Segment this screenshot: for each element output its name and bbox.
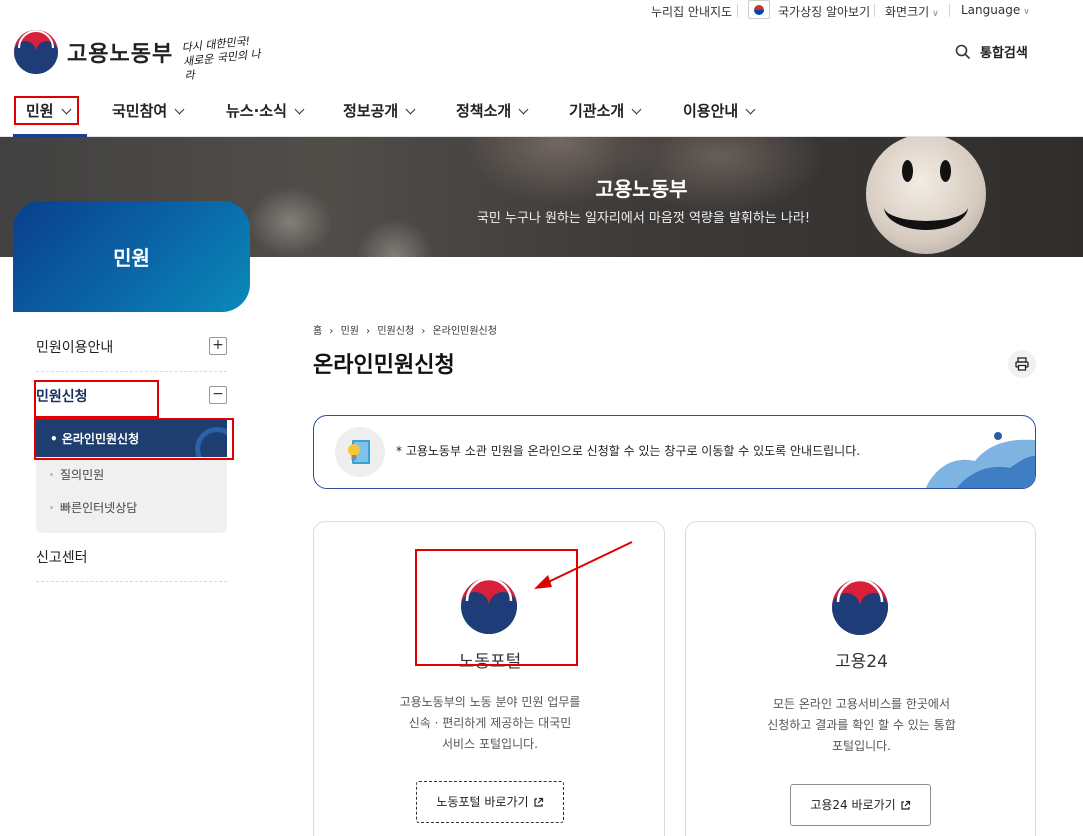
util-divider xyxy=(874,4,875,17)
card-description: 모든 온라인 고용서비스를 한곳에서 신청하고 결과를 확인 할 수 있는 통합… xyxy=(686,694,1037,757)
screen-size-dropdown[interactable]: 화면크기 ∨ xyxy=(885,3,939,20)
util-divider xyxy=(949,4,950,17)
chevron-down-icon xyxy=(518,104,529,115)
highlight-box xyxy=(14,96,79,125)
bullet-icon xyxy=(50,506,53,509)
card-desc-line: 서비스 포털입니다. xyxy=(442,737,538,751)
notice-text: * 고용노동부 소관 민원을 온라인으로 신청할 수 있는 창구로 이동할 수 … xyxy=(396,444,861,458)
notice-icon-wrap xyxy=(335,427,385,477)
gnb-label: 정책소개 xyxy=(456,102,512,120)
gnb-label: 이용안내 xyxy=(683,102,739,120)
sidebar-title: 민원 xyxy=(113,246,150,270)
print-button[interactable] xyxy=(1008,350,1036,378)
gnb-label: 기관소개 xyxy=(569,102,625,120)
card-title: 고용24 xyxy=(835,652,888,672)
chevron-down-icon xyxy=(294,104,305,115)
chevron-down-icon xyxy=(405,104,416,115)
search-icon[interactable] xyxy=(955,44,971,60)
labor-portal-link-button[interactable]: 노동포털 바로가기 xyxy=(416,781,564,823)
sidebar-item-label: 신고센터 xyxy=(36,550,88,566)
government-emblem-logo[interactable] xyxy=(13,29,59,75)
sitemap-link[interactable]: 누리집 안내지도 xyxy=(651,3,732,20)
breadcrumb-item[interactable]: 민원 xyxy=(341,326,359,337)
chevron-down-icon: ∨ xyxy=(1023,7,1030,17)
printer-icon xyxy=(1015,357,1029,371)
notice-box: * 고용노동부 소관 민원을 온라인으로 신청할 수 있는 창구로 이동할 수 … xyxy=(313,415,1036,489)
sidebar-item-report-center[interactable]: 신고센터 xyxy=(36,537,227,582)
sidebar-subitem-inquiry[interactable]: 질의민원 xyxy=(60,466,104,483)
chevron-down-icon xyxy=(174,104,185,115)
breadcrumb-separator: › xyxy=(366,326,371,337)
main-navigation: 민원 국민참여 뉴스·소식 정보공개 정책소개 기관소개 이용안내 xyxy=(0,85,1083,137)
language-dropdown[interactable]: Language ∨ xyxy=(961,3,1030,17)
service-card-work24: 고용24 모든 온라인 고용서비스를 한곳에서 신청하고 결과를 확인 할 수 … xyxy=(685,521,1036,836)
card-desc-line: 고용노동부의 노동 분야 민원 업무를 xyxy=(399,695,581,709)
button-label: 노동포털 바로가기 xyxy=(436,795,529,809)
gnb-item-policy[interactable]: 정책소개 xyxy=(456,100,529,121)
wave-decoration-icon xyxy=(925,432,1035,488)
sidebar-subitem-internet-counsel[interactable]: 빠른인터넷상담 xyxy=(60,499,137,516)
page-title: 온라인민원신청 xyxy=(313,353,455,378)
gnb-item-participation[interactable]: 국민참여 xyxy=(112,100,185,121)
chevron-down-icon: ∨ xyxy=(932,9,939,19)
government-emblem-icon xyxy=(832,578,888,635)
chevron-down-icon xyxy=(631,104,642,115)
gnb-label: 정보공개 xyxy=(343,102,399,120)
lightbulb-book-icon xyxy=(348,440,370,464)
card-desc-line: 포털입니다. xyxy=(831,739,891,753)
national-symbol-link[interactable]: 국가상징 알아보기 xyxy=(778,3,870,20)
bullet-icon xyxy=(50,473,53,476)
gnb-item-guide[interactable]: 이용안내 xyxy=(683,100,756,121)
card-desc-line: 신청하고 결과를 확인 할 수 있는 통합 xyxy=(767,718,956,732)
screen-size-label: 화면크기 xyxy=(885,5,930,19)
integrated-search-button[interactable]: 통합검색 xyxy=(980,42,1028,61)
sidebar-item-label: 민원이용안내 xyxy=(36,340,114,356)
breadcrumb: 홈 › 민원 › 민원신청 › 온라인민원신청 xyxy=(313,322,497,337)
card-description: 고용노동부의 노동 분야 민원 업무를 신속 · 편리하게 제공하는 대국민 서… xyxy=(314,692,666,755)
language-label: Language xyxy=(961,3,1021,17)
annotation-arrow-icon xyxy=(534,541,633,589)
util-divider xyxy=(737,4,738,17)
breadcrumb-separator: › xyxy=(421,326,426,337)
button-label: 고용24 바로가기 xyxy=(810,798,896,812)
gnb-item-news[interactable]: 뉴스·소식 xyxy=(226,100,305,121)
gnb-label: 뉴스·소식 xyxy=(226,102,287,120)
breadcrumb-current: 온라인민원신청 xyxy=(432,326,497,337)
card-desc-line: 신속 · 편리하게 제공하는 대국민 xyxy=(408,716,572,730)
sidebar-item-guide[interactable]: 민원이용안내 + xyxy=(36,327,227,372)
work24-link-button[interactable]: 고용24 바로가기 xyxy=(790,784,931,826)
gnb-label: 국민참여 xyxy=(112,102,168,120)
utility-bar: 누리집 안내지도 국가상징 알아보기 화면크기 ∨ Language ∨ xyxy=(0,0,1083,22)
breadcrumb-item[interactable]: 민원신청 xyxy=(377,326,414,337)
chevron-down-icon xyxy=(745,104,756,115)
gnb-item-organization[interactable]: 기관소개 xyxy=(569,100,642,121)
card-desc-line: 모든 온라인 고용서비스를 한곳에서 xyxy=(772,697,951,711)
slogan-text: 다시 대한민국! 새로운 국민의 나라 xyxy=(181,33,271,84)
external-link-icon xyxy=(533,797,543,807)
collapse-minus-icon[interactable]: − xyxy=(209,386,227,404)
breadcrumb-home[interactable]: 홈 xyxy=(313,326,322,337)
expand-plus-icon[interactable]: + xyxy=(209,337,227,355)
external-link-icon xyxy=(901,800,910,810)
banner-title: 고용노동부 xyxy=(595,177,688,201)
site-brand-name[interactable]: 고용노동부 xyxy=(67,36,173,68)
highlight-box xyxy=(34,418,234,460)
korea-flag-icon xyxy=(748,0,770,19)
gnb-item-disclosure[interactable]: 정보공개 xyxy=(343,100,416,121)
highlight-box xyxy=(34,380,159,418)
breadcrumb-separator: › xyxy=(329,326,334,337)
